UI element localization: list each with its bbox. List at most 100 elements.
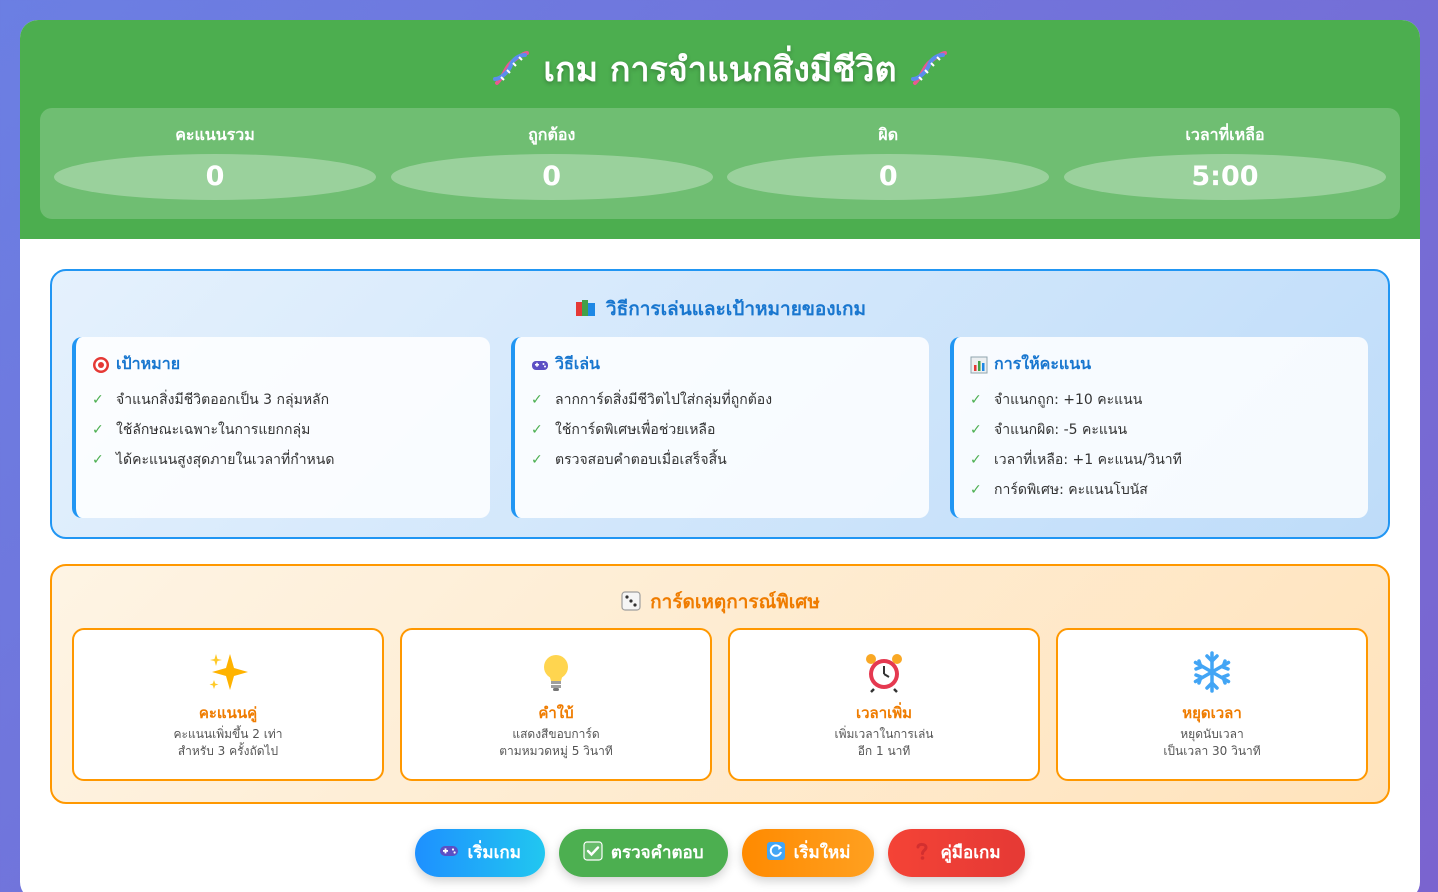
list-item: ✓ จำแนกสิ่งมีชีวิตออกเป็น 3 กลุ่มหลัก — [92, 385, 474, 415]
list-item-text: ตรวจสอบคำตอบเมื่อเสร็จสิ้น — [555, 452, 727, 468]
rule-list: ✓ จำแนกสิ่งมีชีวิตออกเป็น 3 กลุ่มหลัก ✓ ใช… — [92, 385, 474, 475]
list-item-text: ลากการ์ดสิ่งมีชีวิตไปใส่กลุ่มที่ถูกต้อง — [555, 392, 773, 408]
dice-icon — [621, 590, 641, 611]
event-card-double-score[interactable]: คะแนนคู่ คะแนนเพิ่มขึ้น 2 เท่าสำหรับ 3 ค… — [72, 628, 384, 781]
rule-cards: เป้าหมาย ✓ จำแนกสิ่งมีชีวิตออกเป็น 3 กลุ่… — [72, 337, 1368, 518]
list-item: ✓ ใช้การ์ดพิเศษเพื่อช่วยเหลือ — [531, 415, 913, 445]
check-box-icon — [583, 841, 603, 861]
event-desc-line: คะแนนเพิ่มขึ้น 2 เท่า — [173, 727, 283, 741]
rule-card-title-text: วิธีเล่น — [555, 354, 600, 373]
event-name: คะแนนคู่ — [198, 704, 258, 722]
list-item: ✓ ตรวจสอบคำตอบเมื่อเสร็จสิ้น — [531, 445, 913, 475]
event-desc-line: อีก 1 นาที — [857, 744, 911, 758]
check-icon: ✓ — [970, 392, 982, 408]
rule-list: ✓ จำแนกถูก: +10 คะแนน ✓ จำแนกผิด: -5 คะแนน… — [970, 385, 1352, 505]
stat-label: ถูกต้อง — [528, 125, 576, 144]
check-icon: ✓ — [92, 422, 104, 438]
events-section: การ์ดเหตุการณ์พิเศษ คะแนนคู่ คะแนนเพิ่มข… — [50, 564, 1390, 804]
event-card-hint[interactable]: คำใบ้ แสดงสีขอบการ์ดตามหมวดหมู่ 5 วินาที — [400, 628, 712, 781]
rules-section: วิธีการเล่นและเป้าหมายของเกม เป้าหมาย ✓ จ… — [50, 269, 1390, 539]
start-game-label: เริ่มเกม — [467, 843, 521, 863]
lightbulb-icon — [544, 655, 568, 691]
rule-list: ✓ ลากการ์ดสิ่งมีชีวิตไปใส่กลุ่มที่ถูกต้อง… — [531, 385, 913, 475]
action-buttons: เริ่มเกม ตรวจคำตอบ เริ่มใหม่ คู่มือเกม — [20, 829, 1420, 877]
restart-label: เริ่มใหม่ — [793, 843, 851, 863]
stat-value: 5:00 — [1063, 154, 1386, 200]
event-desc: เพิ่มเวลาในการเล่นอีก 1 นาที — [730, 726, 1038, 760]
check-icon: ✓ — [531, 392, 543, 408]
rule-card-title: การให้คะแนน — [970, 353, 1352, 375]
list-item: ✓ การ์ดพิเศษ: คะแนนโบนัส — [970, 475, 1352, 505]
event-desc-line: หยุดนับเวลา — [1180, 727, 1244, 741]
gamepad-icon — [532, 360, 548, 370]
rule-card-title: เป้าหมาย — [92, 353, 474, 375]
game-header: เกม การจำแนกสิ่งมีชีวิต คะแนนรวม 0 ถูกต้… — [20, 20, 1420, 239]
event-desc: หยุดนับเวลาเป็นเวลา 30 วินาที — [1058, 726, 1366, 760]
event-desc: แสดงสีขอบการ์ดตามหมวดหมู่ 5 วินาที — [402, 726, 710, 760]
stat-value: 0 — [727, 154, 1050, 200]
check-answer-button[interactable]: ตรวจคำตอบ — [558, 829, 728, 877]
event-desc-line: ตามหมวดหมู่ 5 วินาที — [499, 744, 613, 758]
check-icon: ✓ — [970, 452, 982, 468]
stat-correct: ถูกต้อง 0 — [390, 108, 713, 219]
check-icon: ✓ — [531, 422, 543, 438]
rule-card-scoring: การให้คะแนน ✓ จำแนกถูก: +10 คะแนน ✓ จำแนกผ… — [950, 337, 1368, 518]
event-card-freeze-time[interactable]: หยุดเวลา หยุดนับเวลาเป็นเวลา 30 วินาที — [1056, 628, 1368, 781]
event-name: คำใบ้ — [538, 704, 574, 722]
list-item: ✓ จำแนกถูก: +10 คะแนน — [970, 385, 1352, 415]
restart-button[interactable]: เริ่มใหม่ — [741, 829, 875, 877]
check-icon: ✓ — [531, 452, 543, 468]
target-icon — [93, 356, 109, 373]
stat-value: 0 — [54, 154, 376, 200]
events-title-text: การ์ดเหตุการณ์พิเศษ — [650, 591, 820, 613]
list-item: ✓ เวลาที่เหลือ: +1 คะแนน/วินาที — [970, 445, 1352, 475]
stat-label: คะแนนรวม — [175, 125, 255, 144]
stat-label: ผิด — [878, 125, 899, 144]
game-title-text: เกม การจำแนกสิ่งมีชีวิต — [543, 50, 897, 90]
snowflake-icon — [1193, 651, 1231, 693]
list-item-text: ใช้ลักษณะเฉพาะในการแยกกลุ่ม — [116, 422, 311, 438]
event-name: หยุดเวลา — [1182, 704, 1242, 722]
stat-value: 0 — [390, 154, 713, 200]
game-guide-button[interactable]: คู่มือเกม — [888, 829, 1025, 877]
event-cards: คะแนนคู่ คะแนนเพิ่มขึ้น 2 เท่าสำหรับ 3 ค… — [72, 628, 1368, 781]
rules-title-text: วิธีการเล่นและเป้าหมายของเกม — [605, 298, 867, 320]
check-icon: ✓ — [970, 482, 982, 498]
event-desc-line: สำหรับ 3 ครั้งถัดไป — [177, 744, 279, 758]
rule-card-title-text: เป้าหมาย — [116, 354, 181, 373]
game-guide-label: คู่มือเกม — [940, 843, 1001, 863]
game-app: เกม การจำแนกสิ่งมีชีวิต คะแนนรวม 0 ถูกต้… — [20, 20, 1420, 892]
list-item: ✓ ใช้ลักษณะเฉพาะในการแยกกลุ่ม — [92, 415, 474, 445]
list-item-text: จำแนกถูก: +10 คะแนน — [994, 392, 1143, 408]
alarm-clock-icon — [866, 654, 902, 693]
list-item-text: ใช้การ์ดพิเศษเพื่อช่วยเหลือ — [555, 422, 716, 438]
dna-icon — [493, 50, 530, 85]
event-desc-line: แสดงสีขอบการ์ด — [512, 727, 600, 741]
rules-title: วิธีการเล่นและเป้าหมายของเกม — [52, 295, 1388, 323]
list-item-text: การ์ดพิเศษ: คะแนนโบนัส — [994, 482, 1148, 498]
stat-wrong: ผิด 0 — [727, 108, 1050, 219]
event-desc-line: เป็นเวลา 30 วินาที — [1163, 744, 1261, 758]
stat-label: เวลาที่เหลือ — [1185, 125, 1265, 144]
event-card-extra-time[interactable]: เวลาเพิ่ม เพิ่มเวลาในการเล่นอีก 1 นาที — [728, 628, 1040, 781]
event-name: เวลาเพิ่ม — [855, 704, 913, 722]
events-title: การ์ดเหตุการณ์พิเศษ — [52, 588, 1388, 616]
rule-card-how-to-play: วิธีเล่น ✓ ลากการ์ดสิ่งมีชีวิตไปใส่กลุ่มท… — [511, 337, 929, 518]
sparkles-icon — [209, 654, 248, 690]
dna-icon — [910, 50, 947, 85]
game-title: เกม การจำแนกสิ่งมีชีวิต — [20, 44, 1420, 96]
list-item-text: เวลาที่เหลือ: +1 คะแนน/วินาที — [994, 452, 1182, 468]
rule-card-title-text: การให้คะแนน — [994, 354, 1092, 373]
event-desc: คะแนนเพิ่มขึ้น 2 เท่าสำหรับ 3 ครั้งถัดไป — [74, 726, 382, 760]
event-desc-line: เพิ่มเวลาในการเล่น — [834, 727, 934, 741]
check-icon: ✓ — [92, 452, 104, 468]
refresh-icon — [766, 842, 785, 860]
check-icon: ✓ — [92, 392, 104, 408]
list-item: ✓ ลากการ์ดสิ่งมีชีวิตไปใส่กลุ่มที่ถูกต้อง — [531, 385, 913, 415]
rule-card-goal: เป้าหมาย ✓ จำแนกสิ่งมีชีวิตออกเป็น 3 กลุ่… — [72, 337, 490, 518]
list-item: ✓ จำแนกผิด: -5 คะแนน — [970, 415, 1352, 445]
bar-chart-icon — [970, 356, 988, 373]
question-icon — [916, 842, 928, 860]
stat-total-score: คะแนนรวม 0 — [54, 108, 376, 219]
start-game-button[interactable]: เริ่มเกม — [415, 829, 545, 877]
